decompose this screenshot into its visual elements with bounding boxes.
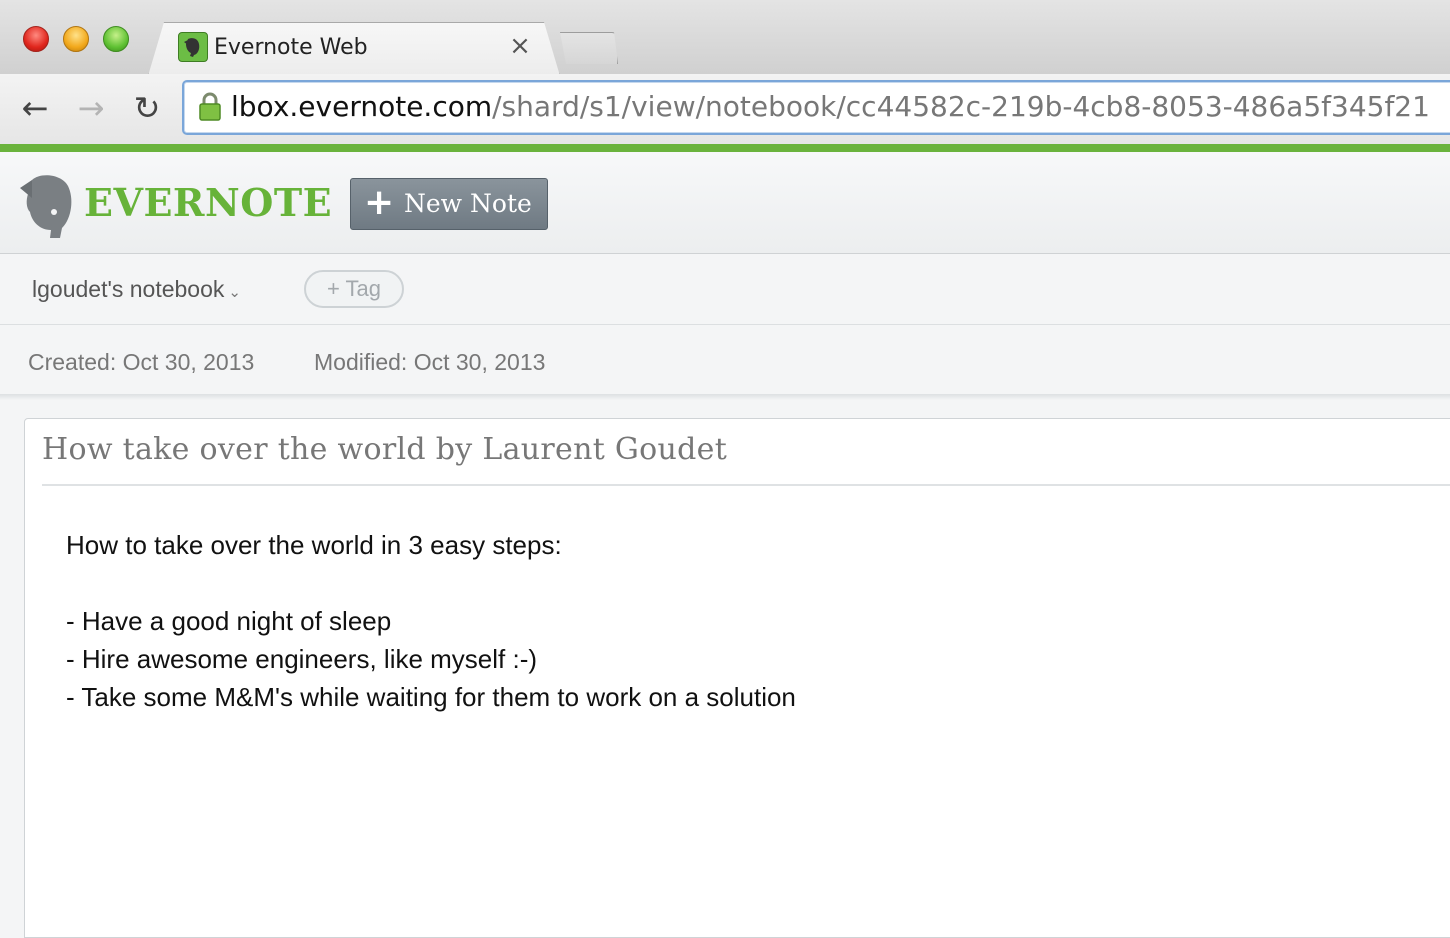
add-tag-button[interactable]: + Tag [304,270,404,308]
url-text[interactable]: lbox.evernote.com/shard/s1/view/notebook… [231,90,1430,123]
accent-bar [0,144,1450,152]
created-date: Created: Oct 30, 2013 [28,349,255,375]
plus-icon: + [364,182,395,223]
note-line: - Have a good night of sleep [66,606,392,636]
lock-icon [198,92,222,127]
close-icon[interactable]: × [507,33,533,59]
evernote-elephant-icon[interactable] [18,172,76,245]
reload-icon[interactable]: ↻ [128,90,166,126]
evernote-logo-text[interactable]: EVERNOTE [84,180,332,225]
note-line: - Hire awesome engineers, like myself :-… [66,644,538,674]
title-divider [42,484,1450,486]
new-note-label: New Note [404,189,532,218]
divider [0,394,1450,400]
window-zoom-button[interactable] [103,26,129,52]
notebook-name: lgoudet's notebook [32,276,225,302]
note-line: How to take over the world in 3 easy ste… [66,530,562,560]
modified-date: Modified: Oct 30, 2013 [314,349,546,375]
back-arrow-icon[interactable]: ← [16,90,54,126]
window-close-button[interactable] [23,26,49,52]
notebook-selector[interactable]: lgoudet's notebook ⌄ [32,276,241,303]
chevron-down-icon: ⌄ [228,284,241,301]
forward-arrow-icon[interactable]: → [72,90,110,126]
url-path: /shard/s1/view/notebook/cc44582c-219b-4c… [492,90,1430,123]
note-line [66,564,796,602]
window-minimize-button[interactable] [63,26,89,52]
note-body[interactable]: How to take over the world in 3 easy ste… [66,526,796,716]
new-note-button[interactable]: + New Note [350,178,548,230]
note-line: - Take some M&M's while waiting for them… [66,682,796,712]
evernote-favicon-icon [178,32,208,62]
url-host: lbox.evernote.com [231,90,493,123]
note-title[interactable]: How take over the world by Laurent Goude… [42,432,727,467]
tab-title: Evernote Web [214,35,368,60]
